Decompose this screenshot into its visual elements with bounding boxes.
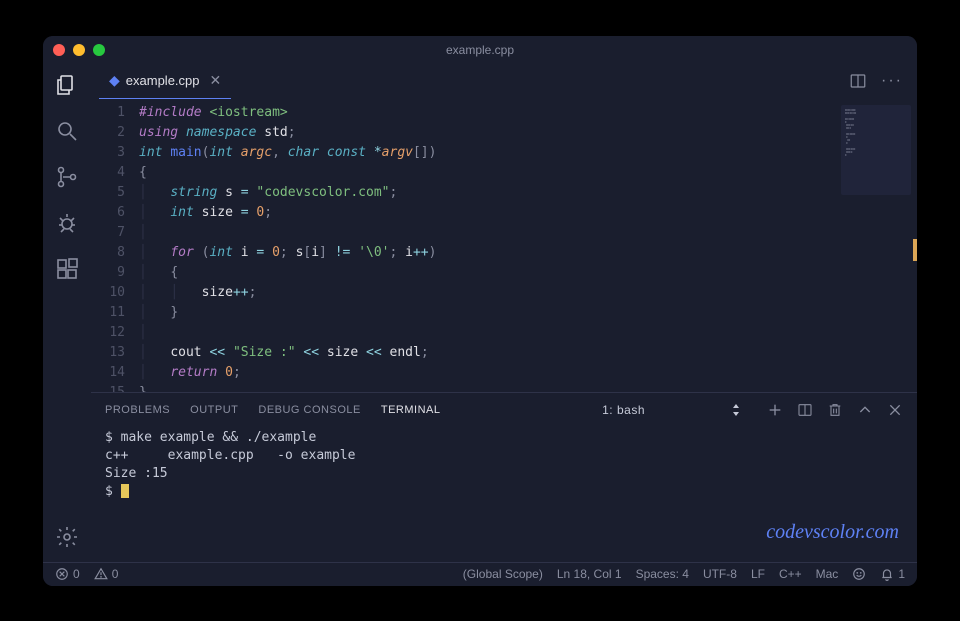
status-warnings[interactable]: 0 — [94, 567, 119, 581]
scroll-indicator — [913, 239, 917, 261]
terminal-line: Size :15 — [105, 466, 168, 481]
kill-terminal-icon[interactable] — [827, 402, 843, 418]
status-notifications[interactable]: 1 — [880, 567, 905, 581]
terminal-line: c++ example.cpp -o example — [105, 448, 355, 463]
tab-terminal[interactable]: TERMINAL — [381, 404, 441, 416]
status-bar: 0 0 (Global Scope) Ln 18, Col 1 Spaces: … — [43, 562, 917, 586]
status-indent[interactable]: Spaces: 4 — [636, 567, 689, 581]
close-panel-icon[interactable] — [887, 402, 903, 418]
more-actions-icon[interactable]: ··· — [881, 72, 903, 90]
terminal-line: $ make example && ./example — [105, 430, 316, 445]
minimap[interactable]: ▄▄▄▄ ▄▄▄▄▄▄ ▄▄ ▄▄▄▄ ▄▄▄▄▄ ▄▄▄ ▄▄ ▄▄ ▄ ▄▄… — [841, 105, 911, 195]
close-window-button[interactable] — [53, 44, 65, 56]
terminal-selector-label: 1: bash — [602, 403, 645, 417]
terminal-selector[interactable]: 1: bash — [596, 401, 747, 419]
titlebar: example.cpp — [43, 36, 917, 64]
explorer-icon[interactable] — [54, 72, 80, 98]
source-control-icon[interactable] — [54, 164, 80, 190]
maximize-panel-icon[interactable] — [857, 402, 873, 418]
tab-example-cpp[interactable]: ◆ example.cpp ✕ — [99, 64, 231, 99]
dropdown-caret-icon — [731, 404, 741, 416]
status-scope[interactable]: (Global Scope) — [463, 567, 543, 581]
traffic-lights — [53, 44, 105, 56]
cpp-file-icon: ◆ — [109, 72, 120, 89]
terminal-cursor — [121, 484, 129, 498]
code-editor[interactable]: 12345678910111213141516 #include <iostre… — [91, 99, 917, 392]
notification-count: 1 — [898, 567, 905, 581]
minimize-window-button[interactable] — [73, 44, 85, 56]
new-terminal-icon[interactable] — [767, 402, 783, 418]
tab-output[interactable]: OUTPUT — [190, 404, 238, 416]
split-editor-icon[interactable] — [849, 72, 867, 90]
status-feedback-icon[interactable] — [852, 567, 866, 581]
window-title: example.cpp — [446, 43, 514, 57]
maximize-window-button[interactable] — [93, 44, 105, 56]
search-icon[interactable] — [54, 118, 80, 144]
tab-label: example.cpp — [126, 73, 200, 88]
extensions-icon[interactable] — [54, 256, 80, 282]
editor-tabs: ◆ example.cpp ✕ ··· — [91, 64, 917, 99]
status-line-col[interactable]: Ln 18, Col 1 — [557, 567, 622, 581]
activity-bar — [43, 64, 91, 562]
debug-icon[interactable] — [54, 210, 80, 236]
panel-tabs: PROBLEMS OUTPUT DEBUG CONSOLE TERMINAL 1… — [91, 393, 917, 427]
tab-problems[interactable]: PROBLEMS — [105, 404, 170, 416]
settings-gear-icon[interactable] — [54, 524, 80, 550]
tab-debug-console[interactable]: DEBUG CONSOLE — [258, 404, 360, 416]
code-content[interactable]: #include <iostream>using namespace std;i… — [139, 99, 917, 392]
line-number-gutter: 12345678910111213141516 — [91, 99, 139, 392]
editor-window: example.cpp — [43, 36, 917, 586]
status-encoding[interactable]: UTF-8 — [703, 567, 737, 581]
close-tab-icon[interactable]: ✕ — [210, 72, 222, 89]
status-eol[interactable]: LF — [751, 567, 765, 581]
status-language[interactable]: C++ — [779, 567, 802, 581]
error-count: 0 — [73, 567, 80, 581]
watermark: codevscolor.com — [766, 521, 899, 544]
terminal-prompt: $ — [105, 484, 121, 499]
warning-count: 0 — [112, 567, 119, 581]
status-os[interactable]: Mac — [816, 567, 839, 581]
split-terminal-icon[interactable] — [797, 402, 813, 418]
status-errors[interactable]: 0 — [55, 567, 80, 581]
